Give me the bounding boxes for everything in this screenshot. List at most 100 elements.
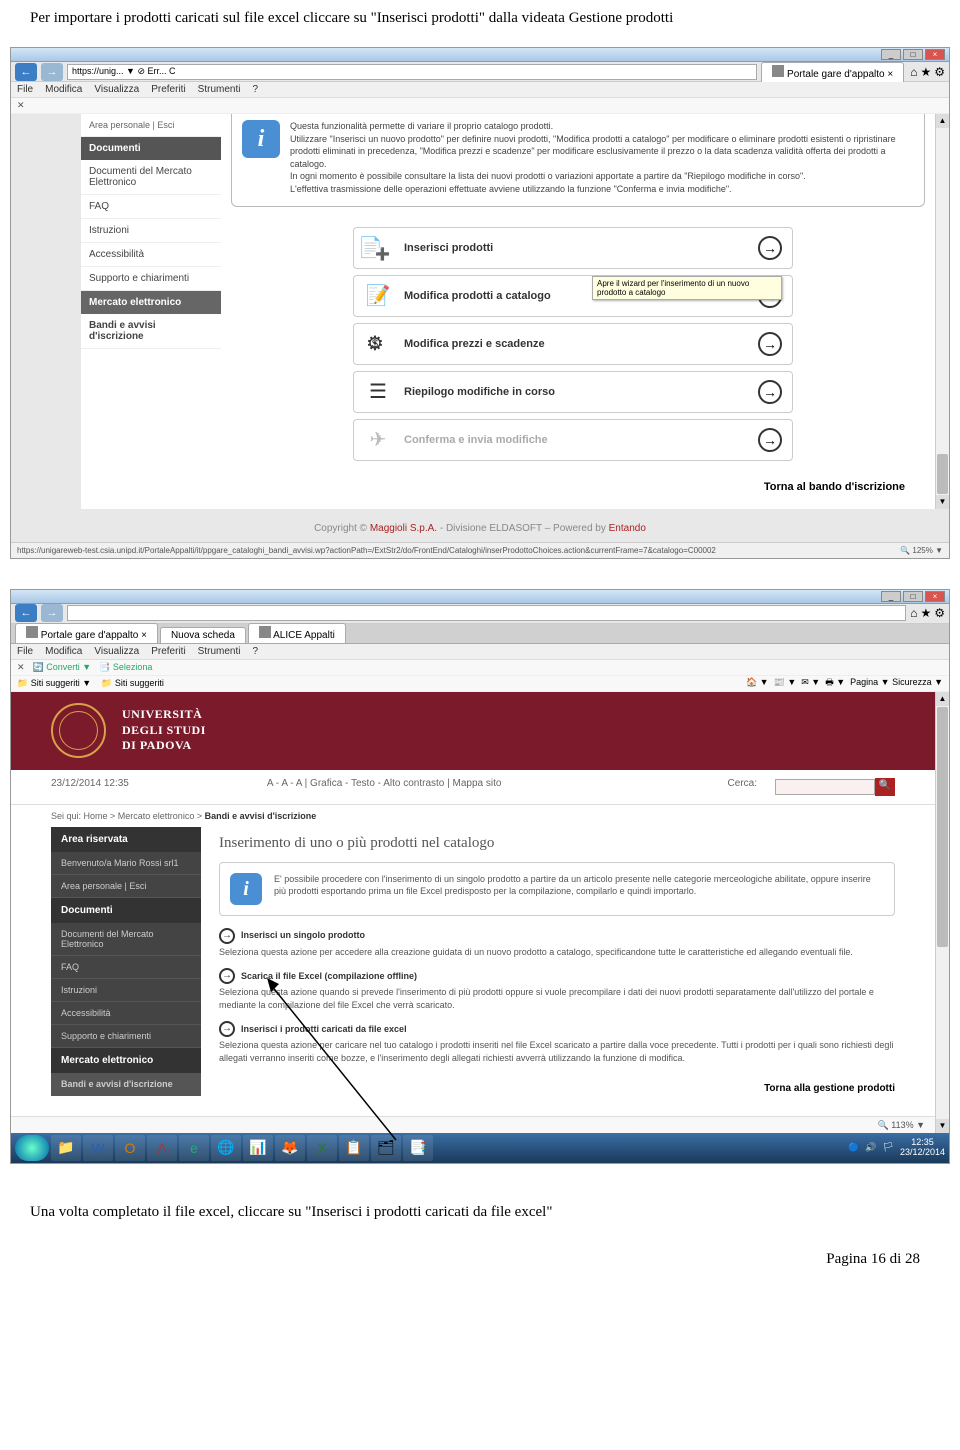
action-modifica-prezzi[interactable]: ⚙$ Modifica prezzi e scadenze → (353, 323, 793, 365)
scroll-up-arrow[interactable]: ▲ (936, 692, 949, 706)
menu-help[interactable]: ? (252, 646, 258, 657)
menu-file[interactable]: File (17, 84, 33, 95)
window-close-button[interactable]: × (925, 49, 945, 60)
menu-view[interactable]: Visualizza (94, 84, 139, 95)
nav-forward-button[interactable]: → (41, 63, 63, 81)
toolbar-mail-icon[interactable]: ✉ ▼ (801, 677, 820, 687)
scroll-down-arrow[interactable]: ▼ (936, 495, 949, 509)
gear-icon[interactable]: ⚙ (934, 65, 945, 79)
scroll-up-arrow[interactable]: ▲ (936, 114, 949, 128)
taskbar-explorer-icon[interactable]: 📁 (51, 1135, 81, 1161)
menu-file[interactable]: File (17, 646, 33, 657)
window-maximize-button[interactable]: □ (903, 49, 923, 60)
suggested-sites-1[interactable]: 📁 Siti suggeriti ▼ (17, 678, 91, 688)
accessibility-links[interactable]: A - A - A | Grafica - Testo - Alto contr… (267, 778, 502, 796)
window-close-button[interactable]: × (925, 591, 945, 602)
browser-toolbar-extra: ✕ (11, 98, 949, 114)
copyright-text: - Divisione ELDASOFT – Powered by (437, 523, 609, 534)
uni-line: UNIVERSITÀ (122, 707, 206, 723)
sidebar-item-docs-mercato[interactable]: Documenti del Mercato Elettronico (81, 160, 221, 195)
vertical-scrollbar[interactable]: ▲ ▼ (935, 692, 949, 1133)
tray-flag-icon[interactable]: 🏳 (883, 1142, 894, 1153)
taskbar-word-icon[interactable]: W (83, 1135, 113, 1161)
home-icon[interactable]: ⌂ (910, 606, 917, 620)
tray-icon[interactable]: 🔵 (848, 1142, 859, 1153)
home-icon[interactable]: ⌂ (910, 65, 917, 79)
sidebar-area-personale[interactable]: Area personale | Esci (51, 875, 201, 898)
browser-tab-2[interactable]: Nuova scheda (160, 627, 246, 643)
tab-favicon-icon (259, 626, 271, 638)
taskbar-ie-icon[interactable]: e (179, 1135, 209, 1161)
toolbar-print-icon[interactable]: 🖶 ▼ (825, 677, 845, 687)
scroll-down-arrow[interactable]: ▼ (936, 1119, 949, 1133)
window-minimize-button[interactable]: _ (881, 591, 901, 602)
zoom-level[interactable]: 🔍 125% ▼ (900, 546, 943, 555)
favorites-icon[interactable]: ★ (920, 65, 931, 79)
menu-help[interactable]: ? (252, 84, 258, 95)
sidebar-item-istruzioni[interactable]: Istruzioni (81, 219, 221, 243)
main-column: i Questa funzionalità permette di variar… (221, 114, 935, 509)
url-field[interactable]: https://unig... ▼ ⊘ Err... C (67, 64, 757, 80)
select-button[interactable]: 📑 Seleziona (99, 662, 152, 673)
tray-icon[interactable]: 🔊 (865, 1142, 876, 1153)
sidebar-item-bandi[interactable]: Bandi e avvisi d'iscrizione (81, 314, 221, 349)
action-modifica-prodotti[interactable]: Apre il wizard per l'inserimento di un n… (353, 275, 793, 317)
back-link[interactable]: Torna al bando d'iscrizione (221, 471, 925, 499)
suggested-sites-2[interactable]: 📁 Siti suggeriti (101, 678, 164, 688)
sidebar-item-faq[interactable]: FAQ (51, 956, 201, 979)
favorites-icon[interactable]: ★ (920, 606, 931, 620)
scroll-thumb[interactable] (937, 454, 948, 494)
url-field[interactable] (67, 605, 906, 621)
browser-tab-1[interactable]: Portale gare d'appalto × (761, 62, 904, 82)
menu-favorites[interactable]: Preferiti (151, 84, 185, 95)
sidebar-item-supporto[interactable]: Supporto e chiarimenti (51, 1025, 201, 1048)
toolbar-x-icon[interactable]: ✕ (17, 100, 25, 111)
menu-tools[interactable]: Strumenti (198, 84, 241, 95)
datetime-text: 23/12/2014 12:35 (51, 778, 129, 796)
gear-icon[interactable]: ⚙ (934, 606, 945, 620)
sidebar-item-bandi[interactable]: Bandi e avvisi d'iscrizione (51, 1073, 201, 1096)
copyright-link-2[interactable]: Entando (609, 523, 646, 534)
sidebar-item-faq[interactable]: FAQ (81, 195, 221, 219)
breadcrumb: Sei qui: Home > Mercato elettronico > Ba… (11, 805, 935, 827)
taskbar-chrome-icon[interactable]: 🌐 (211, 1135, 241, 1161)
browser-tab-1[interactable]: Portale gare d'appalto × (15, 623, 158, 643)
sidebar-item-istruzioni[interactable]: Istruzioni (51, 979, 201, 1002)
vertical-scrollbar[interactable]: ▲ ▼ (935, 114, 949, 509)
zoom-level[interactable]: 🔍 113% ▼ (11, 1116, 935, 1133)
toolbar-x-icon[interactable]: ✕ (17, 662, 25, 673)
menu-view[interactable]: Visualizza (94, 646, 139, 657)
browser-tab-3[interactable]: ALICE Appalti (248, 623, 346, 643)
sidebar-item-supporto[interactable]: Supporto e chiarimenti (81, 267, 221, 291)
action-inserisci-prodotti[interactable]: 📄➕ Inserisci prodotti → (353, 227, 793, 269)
toolbar-home-icon[interactable]: 🏠 ▼ (746, 677, 769, 687)
taskbar-access-icon[interactable]: A (147, 1135, 177, 1161)
menu-favorites[interactable]: Preferiti (151, 646, 185, 657)
scroll-thumb[interactable] (937, 707, 948, 947)
menu-edit[interactable]: Modifica (45, 84, 82, 95)
option-inserisci-singolo[interactable]: →Inserisci un singolo prodotto Seleziona… (219, 928, 895, 959)
search-input[interactable] (775, 779, 875, 795)
start-button[interactable] (15, 1135, 49, 1161)
copyright-link-1[interactable]: Maggioli S.p.A. (370, 523, 437, 534)
sidebar-area-personale[interactable]: Area personale | Esci (81, 114, 221, 137)
window-minimize-button[interactable]: _ (881, 49, 901, 60)
browser-status-bar: https://unigareweb-test.csia.unipd.it/Po… (11, 542, 949, 558)
nav-forward-button[interactable]: → (41, 604, 63, 622)
info-text: Questa funzionalità permette di variare … (290, 120, 914, 196)
action-riepilogo[interactable]: ☰ Riepilogo modifiche in corso → (353, 371, 793, 413)
sidebar-item-docs-mercato[interactable]: Documenti del Mercato Elettronico (51, 923, 201, 956)
toolbar-page-menu[interactable]: Pagina ▼ Sicurezza ▼ (850, 677, 943, 687)
menu-tools[interactable]: Strumenti (198, 646, 241, 657)
nav-back-button[interactable]: ← (15, 604, 37, 622)
action-conferma-invia[interactable]: ✈ Conferma e invia modifiche → (353, 419, 793, 461)
toolbar-feed-icon[interactable]: 📰 ▼ (774, 677, 797, 687)
search-button[interactable]: 🔍 (875, 778, 895, 796)
convert-button[interactable]: 🔄 Converti ▼ (33, 662, 92, 673)
sidebar-item-accessibilita[interactable]: Accessibilità (81, 243, 221, 267)
window-maximize-button[interactable]: □ (903, 591, 923, 602)
menu-edit[interactable]: Modifica (45, 646, 82, 657)
nav-back-button[interactable]: ← (15, 63, 37, 81)
sidebar-item-accessibilita[interactable]: Accessibilità (51, 1002, 201, 1025)
taskbar-outlook-icon[interactable]: O (115, 1135, 145, 1161)
